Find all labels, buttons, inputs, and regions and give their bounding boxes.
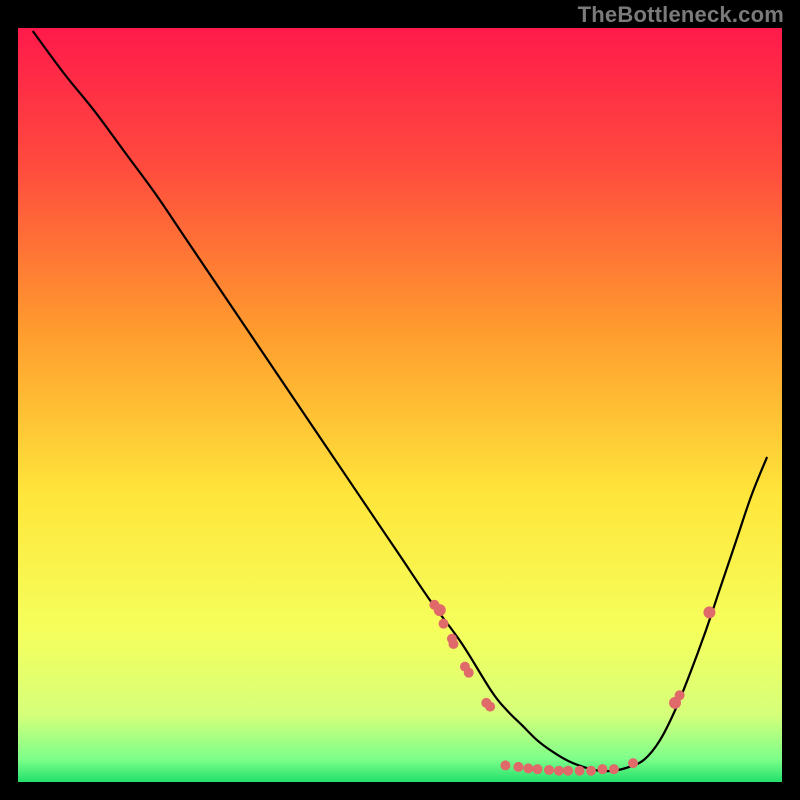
data-marker xyxy=(500,760,510,770)
data-marker xyxy=(544,765,554,775)
data-marker xyxy=(703,606,715,618)
data-marker xyxy=(533,764,543,774)
plot-area xyxy=(18,28,782,782)
data-marker xyxy=(523,763,533,773)
chart-svg xyxy=(18,28,782,782)
data-marker xyxy=(675,690,685,700)
data-marker xyxy=(513,762,523,772)
data-marker xyxy=(597,764,607,774)
data-marker xyxy=(434,604,446,616)
data-marker xyxy=(439,619,449,629)
chart-frame: TheBottleneck.com xyxy=(0,0,800,800)
data-marker xyxy=(586,766,596,776)
data-marker xyxy=(628,758,638,768)
data-marker xyxy=(485,702,495,712)
data-marker xyxy=(554,766,564,776)
data-marker xyxy=(448,639,458,649)
watermark-text: TheBottleneck.com xyxy=(578,2,784,28)
data-marker xyxy=(563,766,573,776)
data-marker xyxy=(464,668,474,678)
data-marker xyxy=(609,764,619,774)
data-marker xyxy=(575,766,585,776)
gradient-background xyxy=(18,28,782,782)
